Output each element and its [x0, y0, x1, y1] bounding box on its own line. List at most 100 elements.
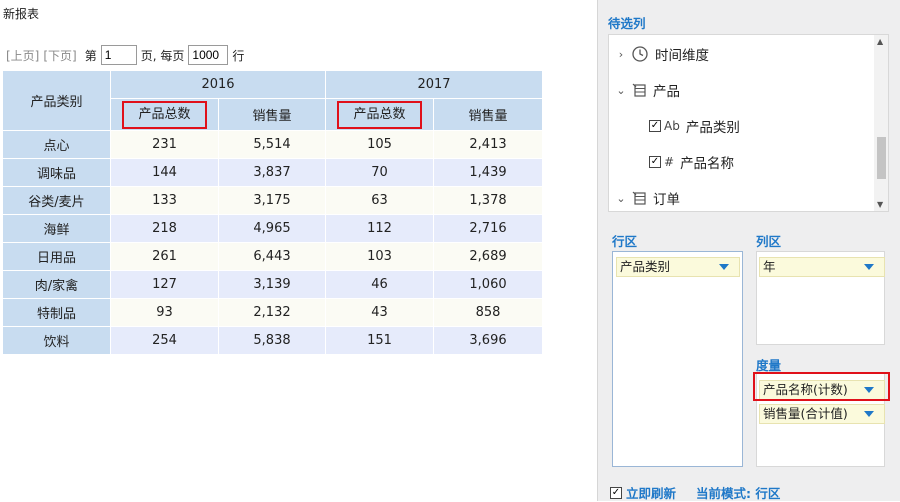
- chevron-right-icon[interactable]: ›: [615, 48, 627, 61]
- table-row: 特制品 93 2,132 43 858: [2, 298, 543, 327]
- row-header-category: 产品类别: [2, 70, 111, 131]
- table-icon: [632, 83, 646, 97]
- table-cell: 93: [110, 298, 219, 327]
- table-cell: 105: [325, 130, 434, 159]
- footer-bar: ✓ 立即刷新 当前模式: 行区: [610, 483, 780, 502]
- table-row: 点心 231 5,514 105 2,413: [2, 130, 543, 159]
- scroll-thumb[interactable]: [877, 137, 886, 179]
- tree-item-label: 订单: [653, 192, 680, 208]
- tree-item-product[interactable]: ⌄ 产品: [615, 79, 680, 101]
- col-header-label: 产品总数: [337, 100, 422, 129]
- dropdown-arrow-icon[interactable]: [864, 264, 874, 270]
- row-category-cell: 调味品: [2, 158, 111, 187]
- auto-refresh-label[interactable]: 立即刷新: [626, 483, 676, 502]
- row-zone-title: 行区: [612, 234, 638, 249]
- chevron-down-icon[interactable]: ⌄: [615, 84, 627, 97]
- pivot-table: 产品类别 2016 2017 产品总数 销售量 产品总数 销售量 点心 231 5,…: [2, 70, 543, 355]
- table-cell: 4,965: [218, 214, 326, 243]
- page-number-input[interactable]: [100, 45, 137, 65]
- auto-refresh-checkbox[interactable]: ✓: [610, 486, 622, 499]
- tree-item-product-category[interactable]: ✓ Ab 产品类别: [649, 115, 740, 137]
- row-category-cell: 海鲜: [2, 214, 111, 243]
- col-header-product-count-2017: 产品总数: [325, 98, 434, 131]
- year-header-2016: 2016: [110, 70, 326, 99]
- col-zone[interactable]: 年: [756, 251, 885, 345]
- tree-scrollbar[interactable]: ▲ ▼: [874, 35, 888, 211]
- row-category-cell: 特制品: [2, 298, 111, 327]
- table-cell: 261: [110, 242, 219, 271]
- table-cell: 2,132: [218, 298, 326, 327]
- checkbox-checked[interactable]: ✓: [649, 156, 661, 168]
- table-cell: 2,689: [433, 242, 543, 271]
- col-header-label: 产品总数: [122, 100, 207, 129]
- table-row: 饮料 254 5,838 151 3,696: [2, 326, 543, 355]
- field-tree[interactable]: › 时间维度 ⌄ 产品 ✓ Ab 产品类别 ✓ # 产品名称 ⌄ 订单 ▲ ▼: [608, 34, 889, 212]
- prev-page-link[interactable]: [上页]: [6, 47, 39, 64]
- table-cell: 2,716: [433, 214, 543, 243]
- page-suffix-label: 页, 每页: [140, 48, 185, 63]
- current-mode-label: 当前模式: 行区: [696, 486, 781, 501]
- tree-item-label: 产品名称: [680, 156, 735, 172]
- dropdown-arrow-icon[interactable]: [719, 264, 729, 270]
- table-cell: 3,139: [218, 270, 326, 299]
- tree-item-time[interactable]: › 时间维度: [615, 43, 709, 65]
- table-cell: 112: [325, 214, 434, 243]
- table-cell: 63: [325, 186, 434, 215]
- table-cell: 254: [110, 326, 219, 355]
- table-cell: 3,837: [218, 158, 326, 187]
- table-row: 日用品 261 6,443 103 2,689: [2, 242, 543, 271]
- col-zone-title: 列区: [756, 234, 782, 249]
- scroll-down-icon[interactable]: ▼: [877, 200, 883, 209]
- checkbox-checked[interactable]: ✓: [649, 120, 661, 132]
- table-cell: 46: [325, 270, 434, 299]
- table-icon: [632, 191, 646, 205]
- table-cell: 43: [325, 298, 434, 327]
- table-cell: 5,514: [218, 130, 326, 159]
- table-cell: 2,413: [433, 130, 543, 159]
- col-header-product-count-2016: 产品总数: [110, 98, 219, 131]
- report-title: 新报表: [3, 7, 40, 21]
- col-zone-chip[interactable]: 年: [759, 257, 885, 277]
- table-cell: 133: [110, 186, 219, 215]
- col-header-sales-2017: 销售量: [433, 98, 543, 131]
- row-zone[interactable]: 产品类别: [612, 251, 743, 467]
- table-cell: 103: [325, 242, 434, 271]
- next-page-link[interactable]: [下页]: [43, 47, 76, 64]
- table-cell: 6,443: [218, 242, 326, 271]
- field-panel: 待选列 › 时间维度 ⌄ 产品 ✓ Ab 产品类别 ✓ # 产品名称 ⌄ 订单 …: [598, 0, 900, 501]
- row-category-cell: 肉/家禽: [2, 270, 111, 299]
- report-area: 新报表 [上页] [下页] 第 页, 每页 行 产品类别 2016 2017 产…: [0, 0, 598, 501]
- row-category-cell: 谷类/麦片: [2, 186, 111, 215]
- table-cell: 1,378: [433, 186, 543, 215]
- row-category-cell: 日用品: [2, 242, 111, 271]
- candidates-title: 待选列: [608, 16, 646, 31]
- table-cell: 3,696: [433, 326, 543, 355]
- number-field-icon: #: [664, 155, 675, 169]
- dropdown-arrow-icon[interactable]: [864, 411, 874, 417]
- row-zone-chip[interactable]: 产品类别: [616, 257, 740, 277]
- row-category-cell: 饮料: [2, 326, 111, 355]
- chip-label: 产品类别: [620, 259, 671, 274]
- highlight-box: [753, 372, 890, 401]
- pager: [上页] [下页] 第 页, 每页 行: [6, 44, 248, 66]
- chevron-down-icon[interactable]: ⌄: [615, 192, 627, 205]
- table-row: 肉/家禽 127 3,139 46 1,060: [2, 270, 543, 299]
- measure-chip-sales-sum[interactable]: 销售量(合计值): [759, 404, 885, 424]
- row-category-cell: 点心: [2, 130, 111, 159]
- page-size-input[interactable]: [188, 45, 229, 65]
- page-size-suffix-label: 行: [232, 48, 245, 63]
- table-row: 谷类/麦片 133 3,175 63 1,378: [2, 186, 543, 215]
- scroll-up-icon[interactable]: ▲: [877, 37, 883, 46]
- table-cell: 127: [110, 270, 219, 299]
- table-row: 调味品 144 3,837 70 1,439: [2, 158, 543, 187]
- table-cell: 218: [110, 214, 219, 243]
- year-header-2017: 2017: [325, 70, 543, 99]
- table-cell: 151: [325, 326, 434, 355]
- table-cell: 70: [325, 158, 434, 187]
- tree-item-order[interactable]: ⌄ 订单: [615, 187, 680, 209]
- table-cell: 231: [110, 130, 219, 159]
- chip-label: 年: [763, 259, 776, 274]
- tree-item-label: 时间维度: [655, 48, 709, 64]
- chip-label: 销售量(合计值): [763, 406, 848, 421]
- tree-item-product-name[interactable]: ✓ # 产品名称: [649, 151, 734, 173]
